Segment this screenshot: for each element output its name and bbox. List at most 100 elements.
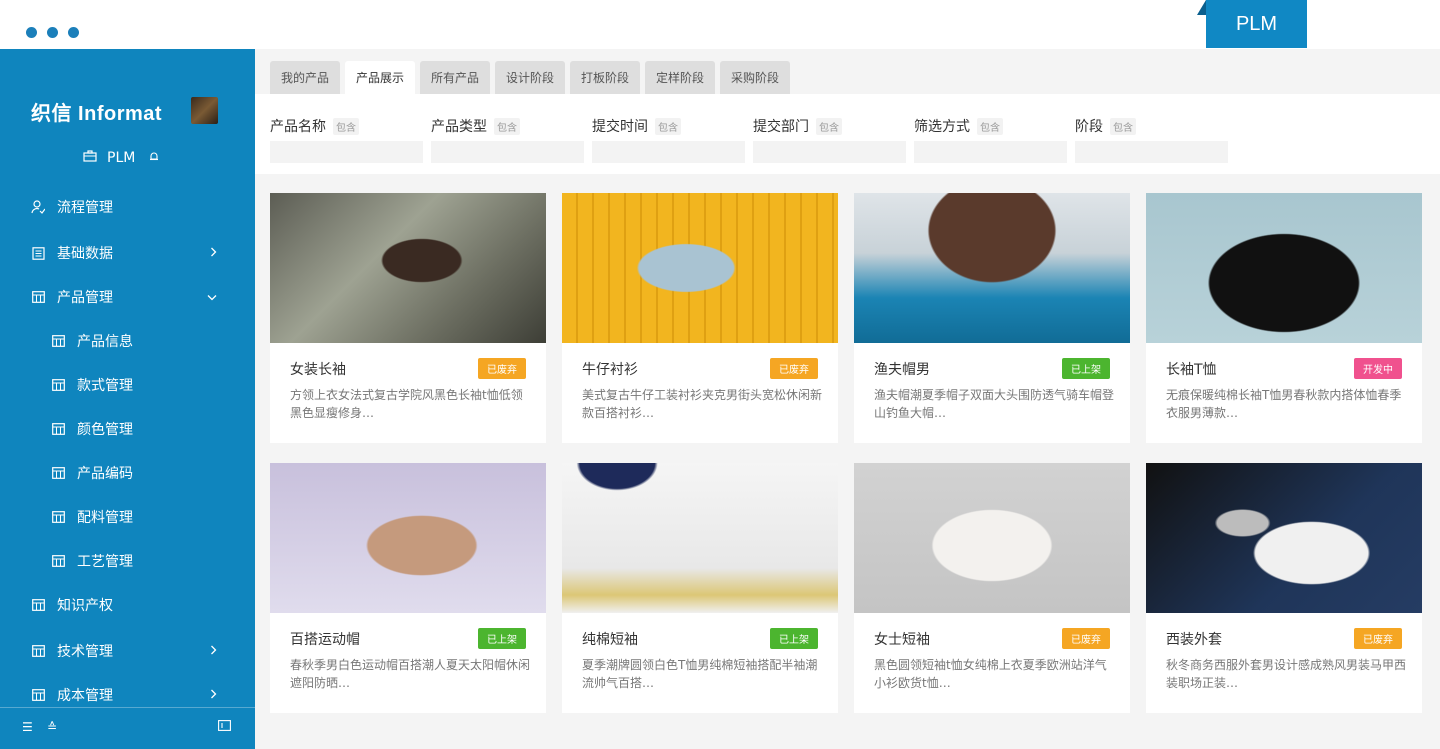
filter-match-tag[interactable]: 包含 (816, 117, 842, 135)
chevron-right-icon (210, 644, 217, 658)
user-flow-icon (31, 200, 45, 214)
product-card[interactable]: 牛仔衬衫 已废弃 美式复古牛仔工装衬衫夹克男街头宽松休闲新款百搭衬衫… (562, 193, 838, 443)
tab-6[interactable]: 定样阶段 (645, 61, 716, 94)
sidebar-item-2[interactable]: 基础数据 (0, 235, 255, 271)
product-card[interactable]: 女士短袖 已废弃 黑色圆领短袖t恤女纯棉上衣夏季欧洲站洋气小衫欧货t恤… (854, 463, 1130, 713)
filter-input[interactable] (431, 141, 584, 163)
sidebar-item-7[interactable]: 产品编码 (0, 455, 255, 491)
product-title: 渔夫帽男 (874, 362, 930, 378)
collapse-up-icon[interactable]: ≙ (47, 720, 57, 734)
product-image[interactable] (1146, 463, 1422, 613)
filter-input[interactable] (914, 141, 1067, 163)
grid-icon (51, 554, 65, 568)
sidebar-item-11[interactable]: 技术管理 (0, 633, 255, 669)
tab-4[interactable]: 设计阶段 (495, 61, 566, 94)
avatar[interactable] (191, 97, 218, 124)
sidebar-item-4[interactable]: 产品信息 (0, 323, 255, 359)
panel-toggle-icon[interactable] (218, 720, 231, 734)
filter-input[interactable] (1075, 141, 1228, 163)
filter-match-tag[interactable]: 包含 (333, 117, 359, 135)
tab-3[interactable]: 所有产品 (420, 61, 491, 94)
tab-5[interactable]: 打板阶段 (570, 61, 641, 94)
logo: 织信 Informat (31, 103, 163, 125)
product-image[interactable] (854, 463, 1130, 613)
product-card[interactable]: 西装外套 已废弃 秋冬商务西服外套男设计感成熟风男装马甲西装职场正装… (1146, 463, 1422, 713)
product-card[interactable]: 纯棉短袖 已上架 夏季潮牌圆领白色T恤男纯棉短袖搭配半袖潮流帅气百搭… (562, 463, 838, 713)
sidebar-item-label: 产品编码 (77, 466, 133, 482)
sidebar-item-label: 基础数据 (57, 246, 113, 262)
filter-label: 产品名称 包含 (270, 116, 423, 136)
sidebar-item-label: 产品信息 (77, 334, 133, 350)
dot-icon (47, 27, 58, 38)
status-badge: 已上架 (478, 628, 526, 649)
filter-label-text: 阶段 (1075, 119, 1103, 135)
filter-match-tag[interactable]: 包含 (494, 117, 520, 135)
dot-icon (68, 27, 79, 38)
filter-label-text: 产品类型 (431, 119, 487, 135)
filter-input[interactable] (270, 141, 423, 163)
sidebar-item-8[interactable]: 配料管理 (0, 499, 255, 535)
sidebar-item-6[interactable]: 颜色管理 (0, 411, 255, 447)
filter-label: 提交时间 包含 (592, 116, 745, 136)
product-card[interactable]: 百搭运动帽 已上架 春秋季男白色运动帽百搭潮人夏天太阳帽休闲遮阳防晒… (270, 463, 546, 713)
filter-match-tag[interactable]: 包含 (977, 117, 1003, 135)
filter-label-text: 产品名称 (270, 119, 326, 135)
sidebar-item-1[interactable]: 流程管理 (0, 189, 255, 225)
grid-icon (31, 644, 45, 658)
grid-icon (51, 422, 65, 436)
tab-7[interactable]: 采购阶段 (720, 61, 791, 94)
product-description: 渔夫帽潮夏季帽子双面大头围防透气骑车帽登山钓鱼大帽… (874, 388, 1115, 420)
tab-fold-decoration (1197, 0, 1206, 15)
product-description: 无痕保暖纯棉长袖T恤男春秋款内搭体恤春季衣服男薄款… (1166, 388, 1402, 420)
product-title: 百搭运动帽 (290, 632, 360, 648)
top-bar: PLM (0, 0, 1440, 49)
filter-match-tag[interactable]: 包含 (1110, 117, 1136, 135)
product-image[interactable] (270, 193, 546, 343)
status-badge: 已上架 (770, 628, 818, 649)
sidebar-item-3[interactable]: 产品管理 (0, 279, 255, 315)
app-switcher[interactable]: PLM (83, 150, 159, 166)
bell-icon[interactable] (149, 151, 159, 165)
product-image[interactable] (562, 193, 838, 343)
product-title: 纯棉短袖 (582, 632, 638, 648)
status-badge: 开发中 (1354, 358, 1402, 379)
sidebar-item-5[interactable]: 款式管理 (0, 367, 255, 403)
sidebar-item-label: 工艺管理 (77, 554, 133, 570)
chevron-right-icon (210, 246, 217, 260)
product-description: 秋冬商务西服外套男设计感成熟风男装马甲西装职场正装… (1166, 658, 1407, 690)
product-card[interactable]: 女装长袖 已废弃 方领上衣女法式复古学院风黑色长袖t恤低领黑色显瘦修身… (270, 193, 546, 443)
window-dots[interactable] (26, 27, 79, 38)
tab-2[interactable]: 产品展示 (345, 61, 416, 94)
product-card[interactable]: 渔夫帽男 已上架渔夫帽潮夏季帽子双面大头围防透气骑车帽登山钓鱼大帽… (854, 193, 1130, 443)
filter-1: 产品名称 包含 (270, 116, 423, 163)
product-image[interactable] (854, 193, 1130, 343)
filter-6: 阶段 包含 (1075, 116, 1228, 163)
filter-4: 提交部门 包含 (753, 116, 906, 163)
sidebar-item-label: 成本管理 (57, 688, 113, 704)
app-tab-plm[interactable]: PLM (1206, 0, 1307, 48)
product-card[interactable]: 长袖T恤 开发中 无痕保暖纯棉长袖T恤男春秋款内搭体恤春季衣服男薄款… (1146, 193, 1422, 443)
product-title: 女士短袖 (874, 632, 930, 648)
status-badge: 已废弃 (770, 358, 818, 379)
tab-bar: 我的产品 产品展示 所有产品 设计阶段 打板阶段 定样阶段 采购阶段 (255, 49, 1440, 94)
product-title: 女装长袖 (290, 362, 346, 378)
filter-label-text: 提交时间 (592, 119, 648, 135)
menu-icon[interactable]: ☰ (22, 720, 33, 734)
filter-3: 提交时间 包含 (592, 116, 745, 163)
filter-input[interactable] (592, 141, 745, 163)
tab-1[interactable]: 我的产品 (270, 61, 341, 94)
filter-match-tag[interactable]: 包含 (655, 117, 681, 135)
product-image[interactable] (1146, 193, 1422, 343)
sidebar-item-10[interactable]: 知识产权 (0, 587, 255, 623)
dot-icon (26, 27, 37, 38)
sidebar-item-label: 配料管理 (77, 510, 133, 526)
filter-label-text: 筛选方式 (914, 119, 970, 135)
status-badge: 已上架 (1062, 358, 1110, 379)
product-image[interactable] (270, 463, 546, 613)
filter-input[interactable] (753, 141, 906, 163)
product-image[interactable] (562, 463, 838, 613)
sidebar-item-9[interactable]: 工艺管理 (0, 543, 255, 579)
grid-icon (51, 334, 65, 348)
doc-icon (31, 246, 45, 260)
filter-area: 产品名称 包含 产品类型 包含 提交时间 包含 提交部门 包含 筛选方式 包含 阶段 包含 (255, 94, 1440, 174)
